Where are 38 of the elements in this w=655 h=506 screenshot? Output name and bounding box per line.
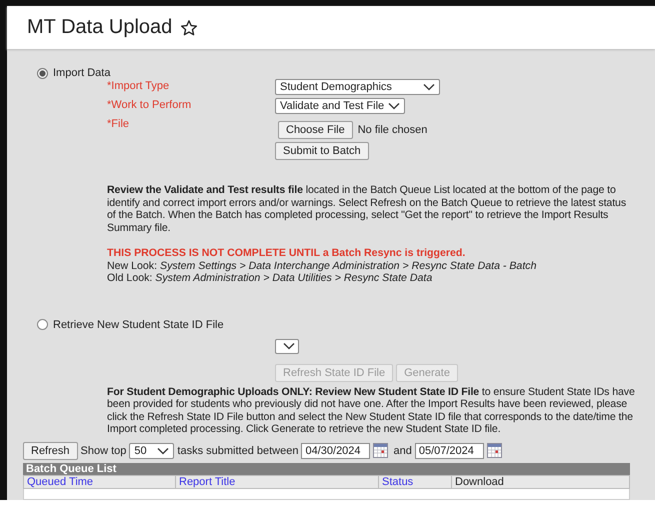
table-title: Batch Queue List <box>23 462 630 474</box>
navigation-path: Old Look: System Administration > Data Utilities > Resync State Data <box>107 272 434 284</box>
caret-icon <box>283 342 295 350</box>
field-label: *Work to Perform <box>107 98 192 112</box>
instructions-text: Review the Validate and Test results file located in the Batch Queue List located at the bottom of the page to identify and correct import errors and/or warnings. Select Refresh on the Batch Queue to retrieve the latest status of the Batch. When the Batch has completed processing, select "Get the report" to retrieve the Import Results Summary file. <box>107 184 628 234</box>
column-header[interactable]: Queued Time <box>24 476 176 488</box>
show-top-label: Show top <box>80 444 126 456</box>
star-icon[interactable] <box>180 18 198 36</box>
dropdown[interactable]: Student Demographics <box>275 79 440 95</box>
submit-button[interactable]: Submit to Batch <box>275 142 369 160</box>
caret-icon <box>157 446 170 454</box>
field-label: *Import Type <box>107 79 170 93</box>
refresh-button[interactable]: Refresh <box>23 442 78 460</box>
instructions-text: For Student Demographic Uploads ONLY: Review New Student State ID File to ensure Student State IDs have been provided for students who previously did not have one. After the Import Results have been reviewed, please click the Refresh State ID File button and select the New Student State ID file that corresponds to the date/time the Import completed processing. Click Generate to retrieve the new Student State ID file. <box>107 386 635 436</box>
page-title: MT Data Upload <box>27 16 172 39</box>
column-header[interactable]: Report Title <box>176 476 379 488</box>
date-field[interactable]: 05/07/2024 <box>414 442 484 458</box>
column-header: Download <box>454 476 505 488</box>
caret-icon <box>388 102 400 110</box>
calendar-icon[interactable] <box>373 443 388 458</box>
radio-label: Retrieve New Student State ID File <box>53 318 224 330</box>
radio-label: Import Data <box>53 67 110 79</box>
dropdown[interactable] <box>275 338 299 354</box>
field-label: *File <box>107 117 130 131</box>
date-field[interactable]: 04/30/2024 <box>301 442 370 458</box>
radio-button[interactable] <box>37 319 48 330</box>
caret-icon <box>423 83 435 91</box>
navigation-path: New Look: System Settings > Data Interchange Administration > Resync State Data - Batch <box>107 260 538 272</box>
warning-text: THIS PROCESS IS NOT COMPLETE UNTIL a Batch Resync is triggered. <box>107 247 466 260</box>
show-top-dropdown[interactable]: 50 <box>129 442 174 458</box>
choose-file-button[interactable]: Choose File <box>278 121 353 139</box>
file-status: No file chosen <box>358 124 428 136</box>
calendar-icon[interactable] <box>486 443 502 458</box>
radio-button[interactable] <box>37 68 48 78</box>
column-header[interactable]: Status <box>379 476 452 488</box>
and-label: and <box>393 444 412 456</box>
between-label: tasks submitted between <box>177 444 298 456</box>
dropdown[interactable]: Validate and Test File <box>275 98 406 114</box>
